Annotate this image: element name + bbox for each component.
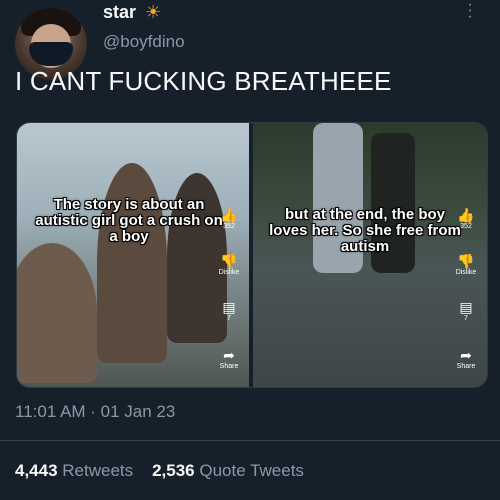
avatar-mask xyxy=(29,42,73,66)
like-action[interactable]: 👍 352 xyxy=(451,207,481,230)
dislike-label: Dislike xyxy=(455,269,477,276)
share-action[interactable]: ➦ Share xyxy=(214,347,244,370)
divider xyxy=(0,440,500,441)
quote-tweets-stat[interactable]: 2,536 Quote Tweets xyxy=(152,461,304,480)
dislike-action[interactable]: 👎 Dislike xyxy=(451,253,481,276)
quote-tweets-label: Quote Tweets xyxy=(199,461,304,480)
display-name[interactable]: star xyxy=(103,2,136,23)
comment-icon: ▤ xyxy=(222,299,236,315)
comment-count: 7 xyxy=(464,315,468,322)
tweet-media[interactable]: The story is about an autistic girl got … xyxy=(16,122,488,388)
share-icon: ➦ xyxy=(223,347,235,363)
sun-icon: ☀ xyxy=(145,2,162,22)
retweets-count: 4,443 xyxy=(15,461,58,480)
comment-icon: ▤ xyxy=(459,299,473,315)
dislike-action[interactable]: 👎 Dislike xyxy=(214,253,244,276)
video-caption: but at the end, the boy loves her. So sh… xyxy=(269,206,461,255)
figure-silhouette xyxy=(97,163,167,363)
thumbs-up-icon: 👍 xyxy=(457,207,475,223)
tweet-timestamp[interactable]: 11:01 AM · 01 Jan 23 xyxy=(15,402,175,422)
retweets-label: Retweets xyxy=(62,461,134,480)
share-label: Share xyxy=(456,363,476,370)
thumbs-down-icon: 👎 xyxy=(457,253,475,269)
share-label: Share xyxy=(219,363,239,370)
like-count: 352 xyxy=(223,223,235,230)
more-options-icon[interactable]: · · · xyxy=(466,0,474,25)
tweet-text: I CANT FUCKING BREATHEEE xyxy=(15,66,392,96)
retweets-stat[interactable]: 4,443 Retweets xyxy=(15,461,133,480)
comment-count: 7 xyxy=(227,315,231,322)
user-handle[interactable]: @boyfdino xyxy=(103,32,185,52)
quote-tweets-count: 2,536 xyxy=(152,461,195,480)
media-image-right[interactable]: but at the end, the boy loves her. So sh… xyxy=(253,123,487,387)
comment-action[interactable]: ▤ 7 xyxy=(451,299,481,322)
thumbs-up-icon: 👍 xyxy=(220,207,238,223)
comment-action[interactable]: ▤ 7 xyxy=(214,299,244,322)
like-count: 352 xyxy=(460,223,472,230)
thumbs-down-icon: 👎 xyxy=(220,253,238,269)
share-icon: ➦ xyxy=(460,347,472,363)
media-image-left[interactable]: The story is about an autistic girl got … xyxy=(17,123,249,387)
figure-silhouette xyxy=(17,243,97,383)
tweet-stats: 4,443 Retweets 2,536 Quote Tweets xyxy=(15,461,304,481)
like-action[interactable]: 👍 352 xyxy=(214,207,244,230)
share-action[interactable]: ➦ Share xyxy=(451,347,481,370)
video-caption: The story is about an autistic girl got … xyxy=(35,196,223,245)
dislike-label: Dislike xyxy=(218,269,240,276)
